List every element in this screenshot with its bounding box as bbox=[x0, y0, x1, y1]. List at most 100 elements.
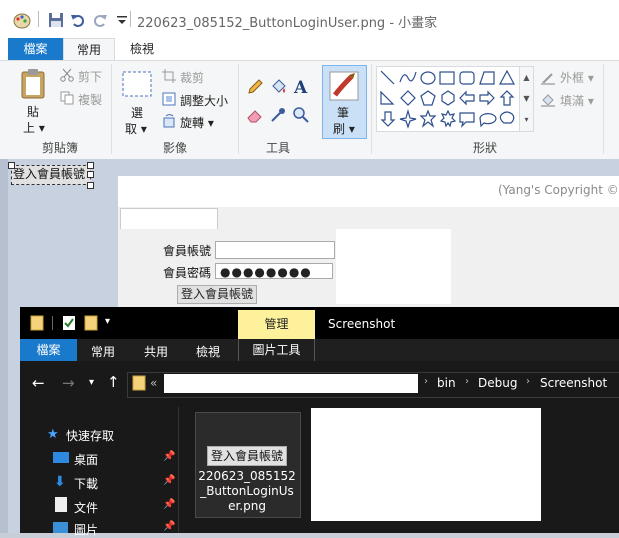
fill-button[interactable]: 填滿 ▾ bbox=[560, 92, 594, 109]
password-input: ●●●●●●●● bbox=[215, 263, 333, 279]
account-label: 會員帳號 bbox=[163, 244, 212, 258]
tab-file[interactable]: 檔案 bbox=[8, 38, 63, 60]
downloads-icon: ⬇ bbox=[54, 474, 66, 490]
sidebar-item-desktop[interactable]: 桌面 bbox=[74, 451, 98, 468]
resize-handle[interactable] bbox=[8, 162, 15, 169]
paste-label-2[interactable]: 上 ▾ bbox=[23, 119, 45, 136]
crop-button[interactable]: 裁剪 bbox=[180, 69, 204, 86]
path-chevron: › bbox=[526, 376, 530, 387]
pencil-icon[interactable] bbox=[246, 78, 264, 96]
explorer-tab-file[interactable]: 檔案 bbox=[20, 339, 77, 361]
resize-handle[interactable] bbox=[87, 182, 94, 189]
address-folder-icon bbox=[132, 375, 146, 391]
crop-icon bbox=[162, 69, 176, 83]
form-tab bbox=[120, 208, 218, 229]
clipboard-group-label: 剪貼簿 bbox=[41, 141, 78, 155]
recent-locations-icon[interactable]: ▾ bbox=[89, 377, 94, 388]
select-label-2[interactable]: 取 ▾ bbox=[125, 120, 147, 137]
canvas-left-edge bbox=[0, 159, 8, 533]
file-name-line: er.png bbox=[228, 499, 266, 513]
tab-view[interactable]: 檢視 bbox=[117, 38, 167, 60]
new-folder-icon[interactable] bbox=[84, 315, 98, 331]
path-chevron: › bbox=[465, 376, 469, 387]
brush-icon bbox=[329, 71, 359, 101]
shapes-group-label: 形狀 bbox=[472, 141, 497, 155]
file-thumbnail: 登入會員帳號 bbox=[207, 446, 287, 466]
image-group-label: 影像 bbox=[162, 141, 187, 155]
tab-home[interactable]: 常用 bbox=[63, 38, 115, 60]
customize-quick-access-icon[interactable] bbox=[114, 12, 130, 28]
tab-manage[interactable]: 管理 bbox=[238, 310, 315, 339]
pin-icon: 📌 bbox=[163, 451, 176, 462]
redacted-path-segment bbox=[164, 374, 418, 393]
cut-button[interactable]: 剪下 bbox=[78, 68, 102, 85]
color-picker-icon[interactable] bbox=[269, 106, 287, 124]
outline-icon bbox=[541, 73, 555, 85]
path-bin[interactable]: bin bbox=[437, 376, 456, 390]
explorer-tab-home[interactable]: 常用 bbox=[91, 343, 115, 360]
resize-handle[interactable] bbox=[87, 162, 94, 169]
window-title: 220623_085152_ButtonLoginUser.png - 小畫家 bbox=[137, 16, 438, 31]
title-separator-2 bbox=[130, 11, 131, 27]
forward-icon[interactable]: → bbox=[62, 374, 75, 392]
shapes-scroll[interactable]: ▲ ▼ ▾ bbox=[519, 66, 534, 132]
title-separator bbox=[38, 11, 39, 27]
brush-label-2[interactable]: 刷 ▾ bbox=[333, 120, 355, 137]
path-overflow[interactable]: « bbox=[150, 376, 157, 390]
brush-label[interactable]: 筆 bbox=[337, 104, 349, 121]
paste-icon[interactable] bbox=[20, 68, 48, 100]
account-input bbox=[215, 241, 335, 259]
desktop-icon bbox=[53, 452, 69, 463]
group-divider bbox=[371, 64, 372, 154]
file-name-line: 220623_085152 bbox=[198, 469, 296, 483]
path-chevron: › bbox=[424, 376, 428, 387]
redo-icon[interactable] bbox=[92, 12, 108, 28]
folder-icon bbox=[30, 315, 44, 331]
text-icon[interactable]: A bbox=[292, 77, 310, 97]
file-name-line: _ButtonLoginUs bbox=[200, 484, 294, 498]
explorer-title: Screenshot bbox=[328, 317, 396, 331]
title-separator bbox=[52, 316, 53, 330]
resize-button[interactable]: 調整大小 bbox=[180, 92, 228, 109]
login-button-image: 登入會員帳號 bbox=[177, 285, 257, 304]
sidebar-item-quick-access[interactable]: 快速存取 bbox=[66, 427, 114, 444]
pin-icon: 📌 bbox=[163, 521, 176, 532]
explorer-tab-picture-tools[interactable]: 圖片工具 bbox=[238, 339, 315, 361]
pin-icon: 📌 bbox=[163, 475, 176, 486]
sidebar-item-downloads[interactable]: 下載 bbox=[74, 475, 98, 492]
explorer-tab-view[interactable]: 檢視 bbox=[196, 343, 220, 360]
paste-label[interactable]: 貼 bbox=[27, 103, 39, 120]
copy-icon bbox=[60, 91, 74, 105]
documents-icon bbox=[55, 497, 67, 512]
back-icon[interactable]: ← bbox=[32, 374, 45, 392]
shapes-gallery-icons bbox=[380, 69, 516, 129]
resize-handle[interactable] bbox=[87, 171, 94, 178]
file-name: 220623_085152 _ButtonLoginUs er.png bbox=[195, 469, 299, 514]
group-divider bbox=[111, 64, 112, 154]
sidebar-item-documents[interactable]: 文件 bbox=[74, 499, 98, 516]
up-icon[interactable]: ↑ bbox=[107, 373, 120, 391]
undo-icon[interactable] bbox=[70, 12, 86, 28]
fill-bucket-icon[interactable] bbox=[269, 78, 287, 96]
rotate-icon bbox=[163, 114, 175, 128]
path-debug[interactable]: Debug bbox=[478, 376, 517, 390]
save-icon[interactable] bbox=[48, 12, 64, 28]
group-divider bbox=[238, 64, 239, 154]
path-screenshot[interactable]: Screenshot bbox=[540, 376, 607, 390]
outline-button[interactable]: 外框 ▾ bbox=[560, 69, 594, 86]
sidebar-item-pictures[interactable]: 圖片 bbox=[74, 521, 98, 538]
explorer-tab-share[interactable]: 共用 bbox=[144, 343, 168, 360]
sidebar-divider bbox=[178, 407, 179, 533]
properties-icon[interactable] bbox=[62, 315, 76, 331]
group-divider bbox=[603, 64, 604, 154]
fill-icon bbox=[541, 94, 555, 107]
tools-group-label: 工具 bbox=[265, 141, 290, 155]
select-label[interactable]: 選 bbox=[131, 104, 143, 121]
select-icon[interactable] bbox=[121, 70, 153, 98]
resize-icon bbox=[162, 92, 176, 106]
quick-access-dropdown[interactable]: ▾ bbox=[105, 316, 110, 327]
copy-button[interactable]: 複製 bbox=[78, 91, 102, 108]
magnifier-icon[interactable] bbox=[292, 106, 310, 124]
eraser-icon[interactable] bbox=[246, 106, 264, 124]
rotate-button[interactable]: 旋轉 ▾ bbox=[180, 114, 214, 131]
